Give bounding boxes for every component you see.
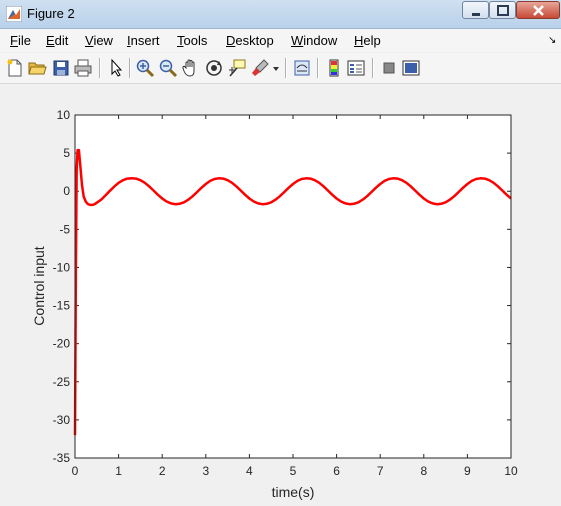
toolbar-separator (129, 58, 131, 78)
insert-legend-icon[interactable] (346, 58, 366, 78)
x-tick-label: 7 (377, 464, 384, 478)
maximize-button[interactable] (489, 1, 516, 19)
toolbar-separator (372, 58, 374, 78)
figure-area: 0 1 2 3 4 5 6 7 8 9 10 10 5 0 -5 -10 -15 -20 -25 -30 -35 tim… (0, 84, 561, 506)
data-cursor-icon[interactable] (227, 58, 247, 78)
menu-bar: File Edit View Insert Tools Desktop Wind… (0, 29, 561, 52)
minimize-icon (472, 13, 480, 16)
toolbar-separator (285, 58, 287, 78)
menu-edit[interactable]: Edit (46, 33, 68, 48)
window-title: Figure 2 (27, 6, 75, 21)
x-tick-label: 5 (290, 464, 297, 478)
figure-toolbar (0, 53, 561, 84)
y-tick-label: -20 (53, 337, 71, 351)
x-tick-label: 8 (420, 464, 427, 478)
y-tick-label: -5 (59, 222, 70, 236)
open-file-icon[interactable] (27, 58, 47, 78)
pan-hand-icon[interactable] (181, 58, 201, 78)
x-tick-label: 2 (159, 464, 166, 478)
hide-plot-tools-icon[interactable] (379, 58, 399, 78)
x-tick-label: 3 (202, 464, 209, 478)
menu-file[interactable]: File (10, 33, 31, 48)
x-tick-label: 4 (246, 464, 253, 478)
menu-help[interactable]: Help (354, 33, 381, 48)
axes-background[interactable] (75, 115, 511, 458)
menu-desktop[interactable]: Desktop (226, 33, 274, 48)
x-tick-label: 10 (504, 464, 518, 478)
minimize-button[interactable] (462, 1, 489, 19)
y-tick-label: 5 (63, 146, 70, 160)
save-icon[interactable] (51, 58, 71, 78)
menu-window[interactable]: Window (291, 33, 337, 48)
y-tick-label: -15 (53, 299, 71, 313)
y-tick-label: -25 (53, 375, 71, 389)
title-bar: Figure 2 (0, 0, 561, 29)
y-tick-label: -35 (53, 451, 71, 465)
insert-colorbar-icon[interactable] (324, 58, 344, 78)
y-tick-label: -10 (53, 260, 71, 274)
edit-plot-arrow-icon[interactable] (106, 58, 126, 78)
close-icon (533, 5, 544, 16)
new-figure-icon[interactable] (5, 58, 25, 78)
print-icon[interactable] (73, 58, 93, 78)
menu-view[interactable]: View (85, 33, 113, 48)
x-tick-label: 1 (115, 464, 122, 478)
menu-insert[interactable]: Insert (127, 33, 160, 48)
maximize-icon (497, 5, 509, 16)
x-tick-label: 6 (333, 464, 340, 478)
x-axis-label: time(s) (272, 484, 315, 500)
x-tick-label: 0 (72, 464, 79, 478)
y-axis-label: Control input (31, 246, 47, 325)
matlab-logo-icon (6, 6, 22, 22)
menu-tools[interactable]: Tools (177, 33, 207, 48)
zoom-in-icon[interactable] (135, 58, 155, 78)
toolbar-separator (317, 58, 319, 78)
y-tick-label: -30 (53, 413, 71, 427)
y-tick-label: 10 (57, 108, 71, 122)
chevron-down-icon[interactable] (271, 58, 281, 78)
show-plot-tools-icon[interactable] (401, 58, 421, 78)
x-tick-label: 9 (464, 464, 471, 478)
close-button[interactable] (516, 1, 560, 19)
toolbar-separator (99, 58, 101, 78)
link-plot-icon[interactable] (292, 58, 312, 78)
rotate-3d-icon[interactable] (204, 58, 224, 78)
y-tick-label: 0 (63, 184, 70, 198)
zoom-out-icon[interactable] (158, 58, 178, 78)
plot-canvas: 0 1 2 3 4 5 6 7 8 9 10 10 5 0 -5 -10 -15 -20 -25 -30 -35 tim… (31, 108, 518, 500)
brush-icon[interactable] (250, 58, 270, 78)
dock-arrow-icon[interactable]: ↘ (548, 35, 556, 46)
